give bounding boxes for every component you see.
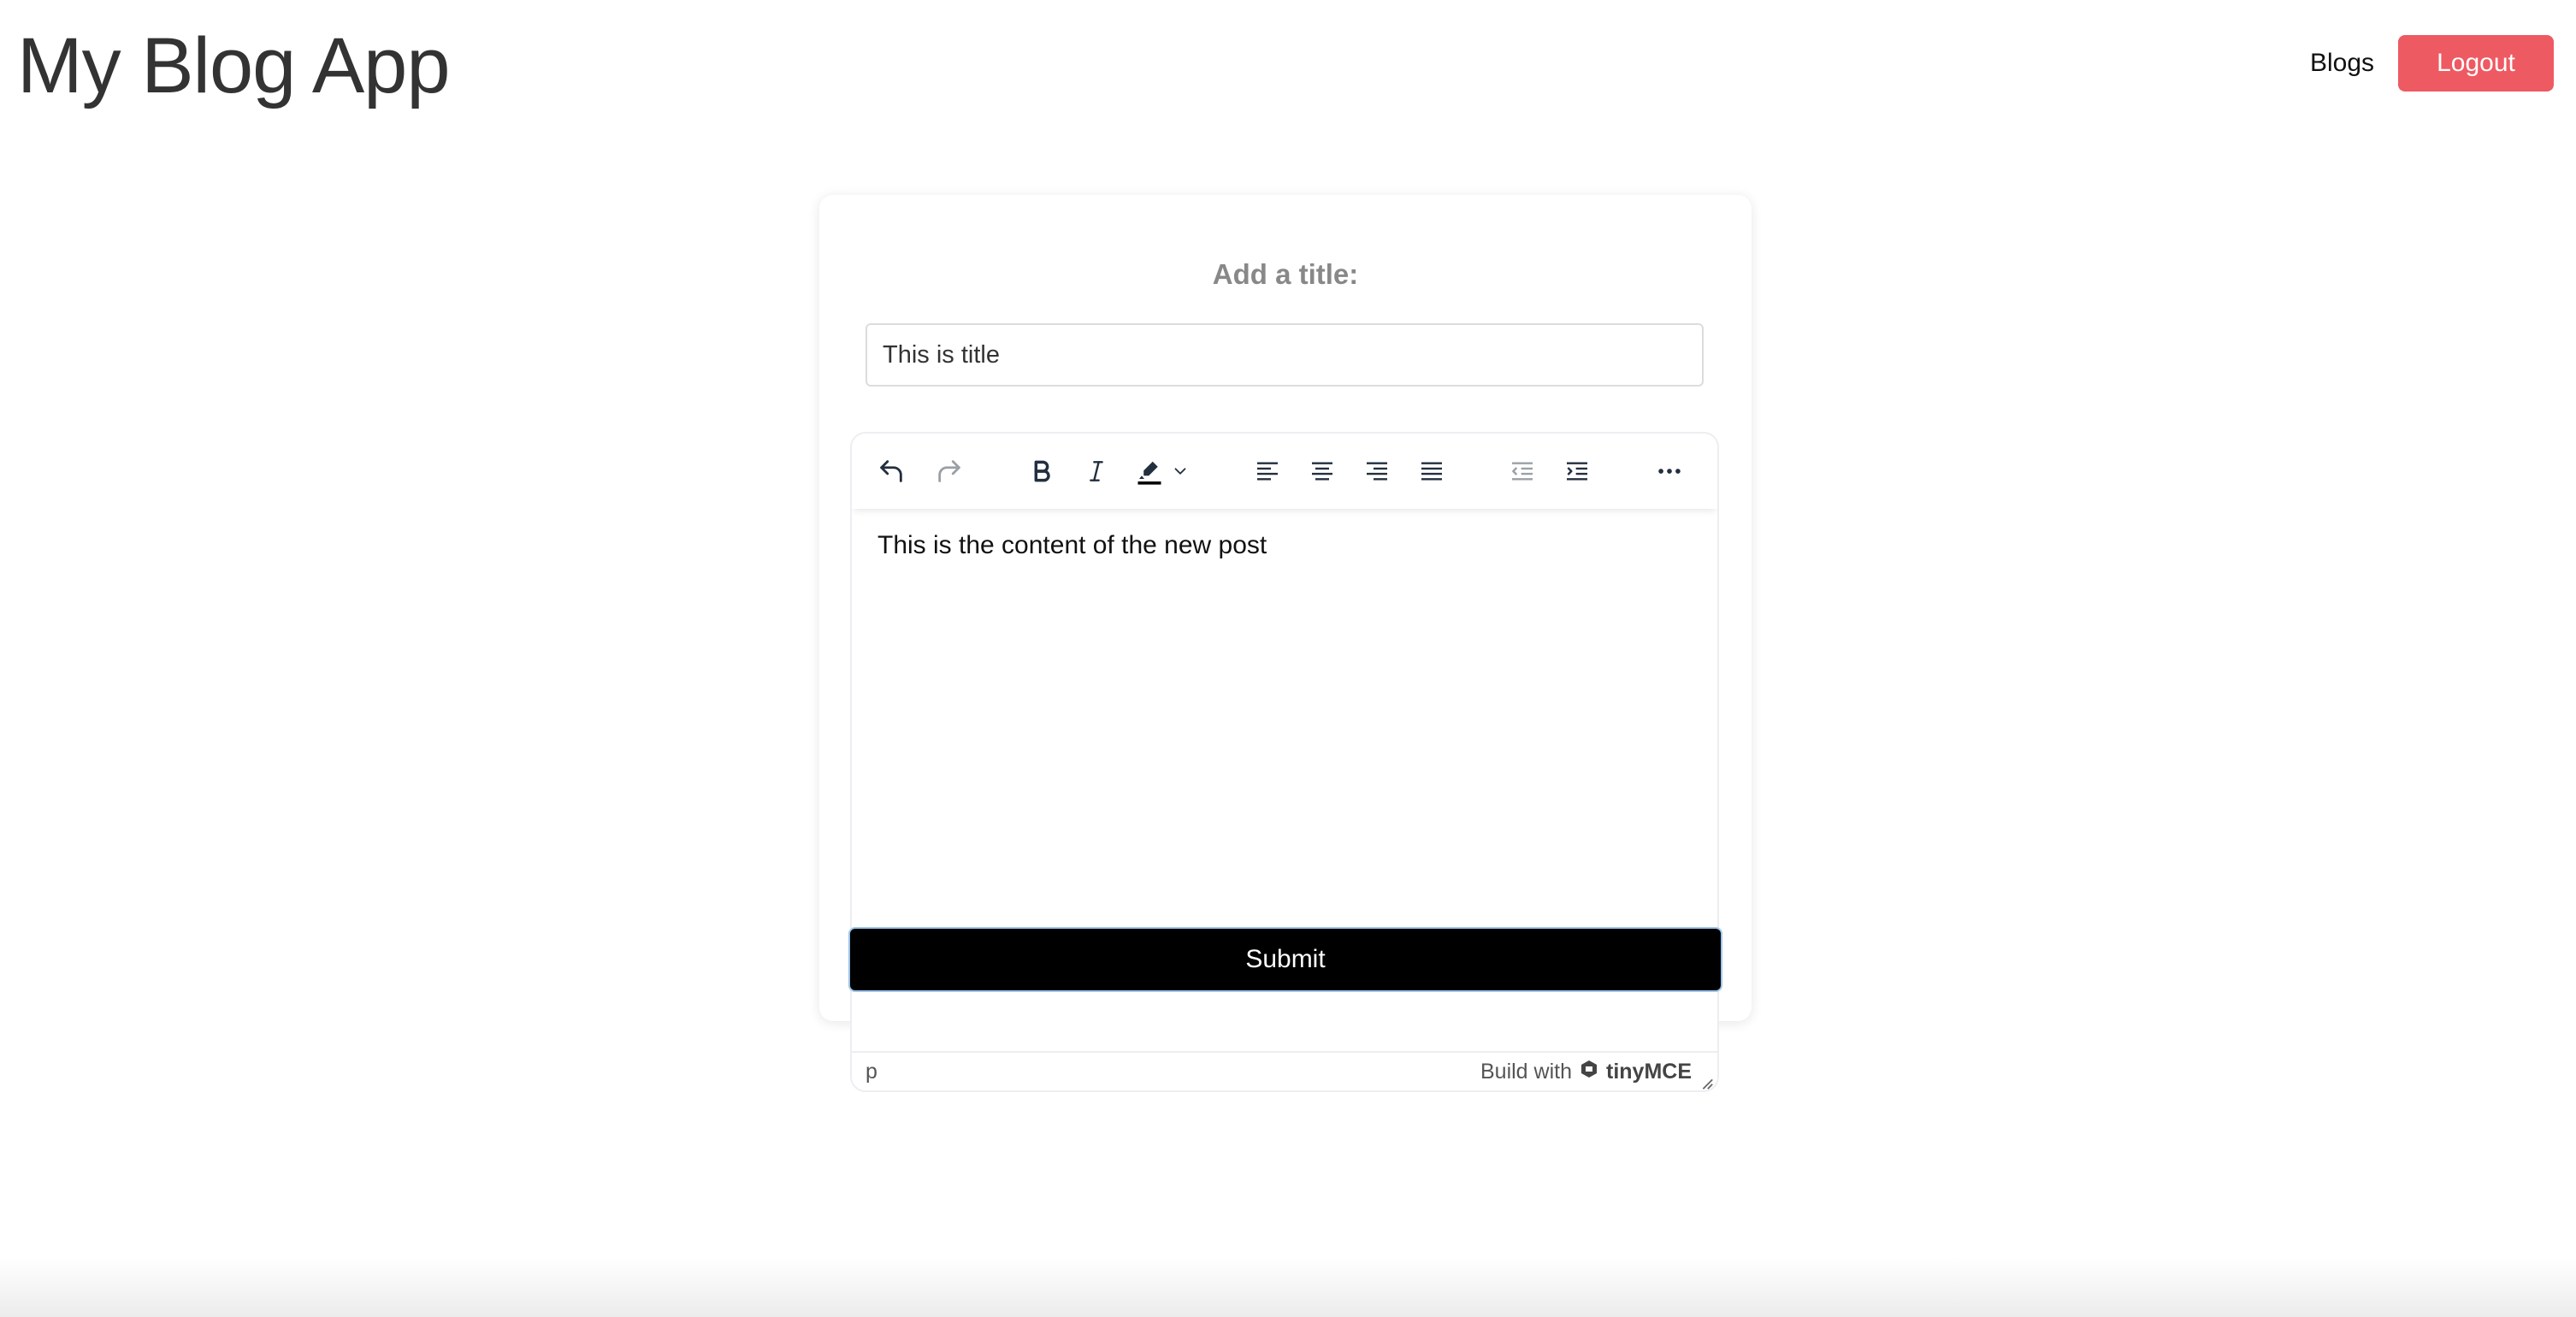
outdent-icon <box>1509 458 1536 485</box>
indent-button[interactable] <box>1553 451 1601 492</box>
indent-icon <box>1563 458 1591 485</box>
align-left-button[interactable] <box>1244 451 1291 492</box>
align-left-icon <box>1254 458 1281 485</box>
align-justify-icon <box>1418 458 1445 485</box>
align-right-icon <box>1363 458 1391 485</box>
page: My Blog App Blogs Logout Add a title: Th… <box>0 0 2576 1317</box>
element-path[interactable]: p <box>866 1060 877 1084</box>
logout-button[interactable]: Logout <box>2398 35 2554 92</box>
new-post-card: Add a title: This is title This is the c… <box>819 195 1752 1092</box>
highlight-icon <box>1134 456 1165 487</box>
submit-button[interactable]: Submit <box>848 927 1722 992</box>
undo-icon <box>877 457 906 486</box>
undo-button[interactable] <box>867 451 915 492</box>
italic-icon <box>1083 458 1110 485</box>
editor-statusbar: p Build with tinyMCE <box>852 1051 1717 1090</box>
branding-link[interactable]: Build with tinyMCE <box>1480 1059 1692 1085</box>
tinymce-logo-icon <box>1579 1059 1599 1085</box>
outdent-button[interactable] <box>1498 451 1546 492</box>
nav-blogs-link[interactable]: Blogs <box>2310 46 2374 80</box>
highlight-dropdown-button[interactable] <box>1163 451 1197 492</box>
resize-handle-icon[interactable] <box>1699 1072 1714 1090</box>
more-button[interactable] <box>1645 451 1693 492</box>
redo-button[interactable] <box>925 451 973 492</box>
editor-toolbar <box>852 434 1717 509</box>
italic-button[interactable] <box>1072 451 1120 492</box>
editor-content[interactable]: This is the content of the new post <box>852 509 1717 851</box>
align-center-icon <box>1309 458 1336 485</box>
redo-icon <box>935 457 964 486</box>
align-center-button[interactable] <box>1298 451 1346 492</box>
chevron-down-icon <box>1171 462 1190 481</box>
align-justify-button[interactable] <box>1408 451 1456 492</box>
bold-button[interactable] <box>1018 451 1066 492</box>
app-title: My Blog App <box>17 22 451 109</box>
title-label: Add a title: <box>1212 258 1359 290</box>
branding-name: tinyMCE <box>1606 1060 1692 1084</box>
more-icon <box>1655 457 1684 486</box>
rich-text-editor: This is the content of the new post p Bu… <box>850 432 1719 1092</box>
bold-icon <box>1028 458 1055 485</box>
branding-prefix: Build with <box>1480 1060 1572 1084</box>
title-input[interactable] <box>866 323 1704 387</box>
align-right-button[interactable] <box>1353 451 1401 492</box>
bottom-shade <box>0 1257 2576 1317</box>
